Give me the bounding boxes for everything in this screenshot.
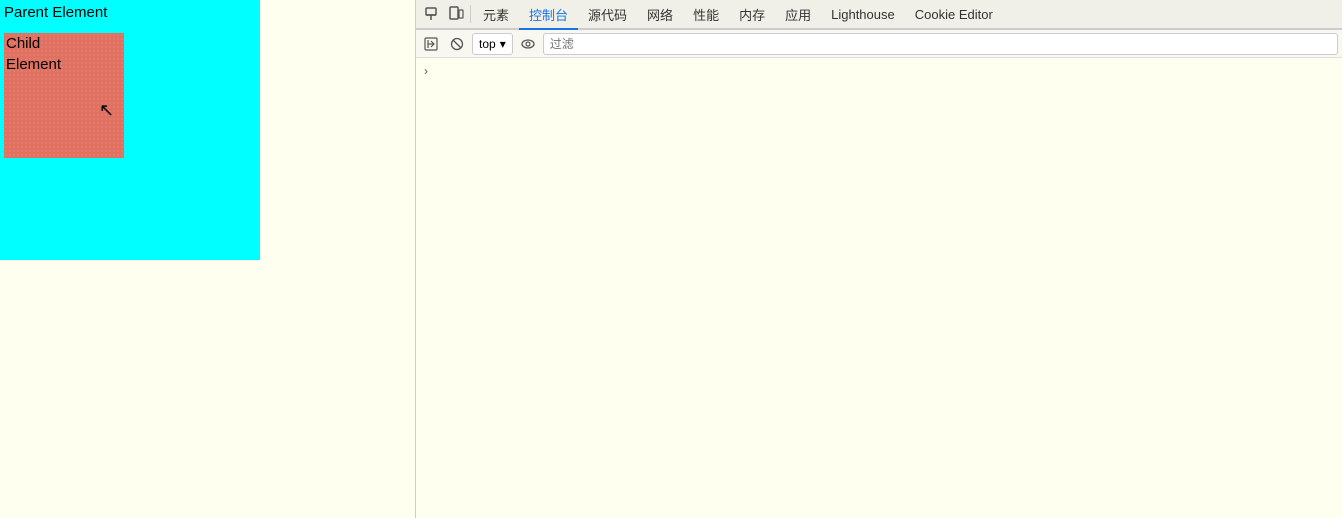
- devtools-tabs: 元素 控制台 源代码 网络 性能 内存 应用 Lighthouse Cookie…: [416, 0, 1342, 30]
- devtools-panel: 元素 控制台 源代码 网络 性能 内存 应用 Lighthouse Cookie…: [415, 0, 1342, 518]
- tab-performance[interactable]: 性能: [683, 0, 729, 30]
- dropdown-arrow-icon: ▾: [500, 37, 506, 51]
- filter-input[interactable]: [543, 33, 1338, 55]
- context-dropdown[interactable]: top ▾: [472, 33, 513, 55]
- console-content: ›: [416, 58, 1342, 518]
- parent-element-label: Parent Element: [4, 4, 107, 21]
- child-element-label: Child Element: [4, 33, 63, 75]
- eye-button[interactable]: [517, 33, 539, 55]
- console-prompt-row[interactable]: ›: [420, 62, 1338, 80]
- tab-sources[interactable]: 源代码: [578, 0, 637, 30]
- child-line1: Child: [6, 35, 40, 52]
- run-script-button[interactable]: [420, 33, 442, 55]
- prompt-chevron-icon: ›: [424, 64, 428, 78]
- tab-separator: [470, 5, 471, 23]
- block-button[interactable]: [446, 33, 468, 55]
- tab-memory[interactable]: 内存: [729, 0, 775, 30]
- console-toolbar: top ▾: [416, 30, 1342, 58]
- context-dropdown-label: top: [479, 37, 496, 51]
- cursor-icon: ↖: [99, 101, 114, 119]
- child-element-box: Child Element ↖: [4, 33, 124, 158]
- tab-application[interactable]: 应用: [775, 0, 821, 30]
- child-line2: Element: [6, 56, 61, 73]
- tab-network[interactable]: 网络: [637, 0, 683, 30]
- tab-console[interactable]: 控制台: [519, 0, 578, 30]
- tab-elements[interactable]: 元素: [473, 0, 519, 30]
- preview-area: Parent Element Child Element ↖: [0, 0, 260, 260]
- device-toolbar-icon[interactable]: [444, 2, 468, 26]
- inspect-element-icon[interactable]: [420, 2, 444, 26]
- tab-cookie-editor[interactable]: Cookie Editor: [905, 0, 1003, 30]
- tab-lighthouse[interactable]: Lighthouse: [821, 0, 905, 30]
